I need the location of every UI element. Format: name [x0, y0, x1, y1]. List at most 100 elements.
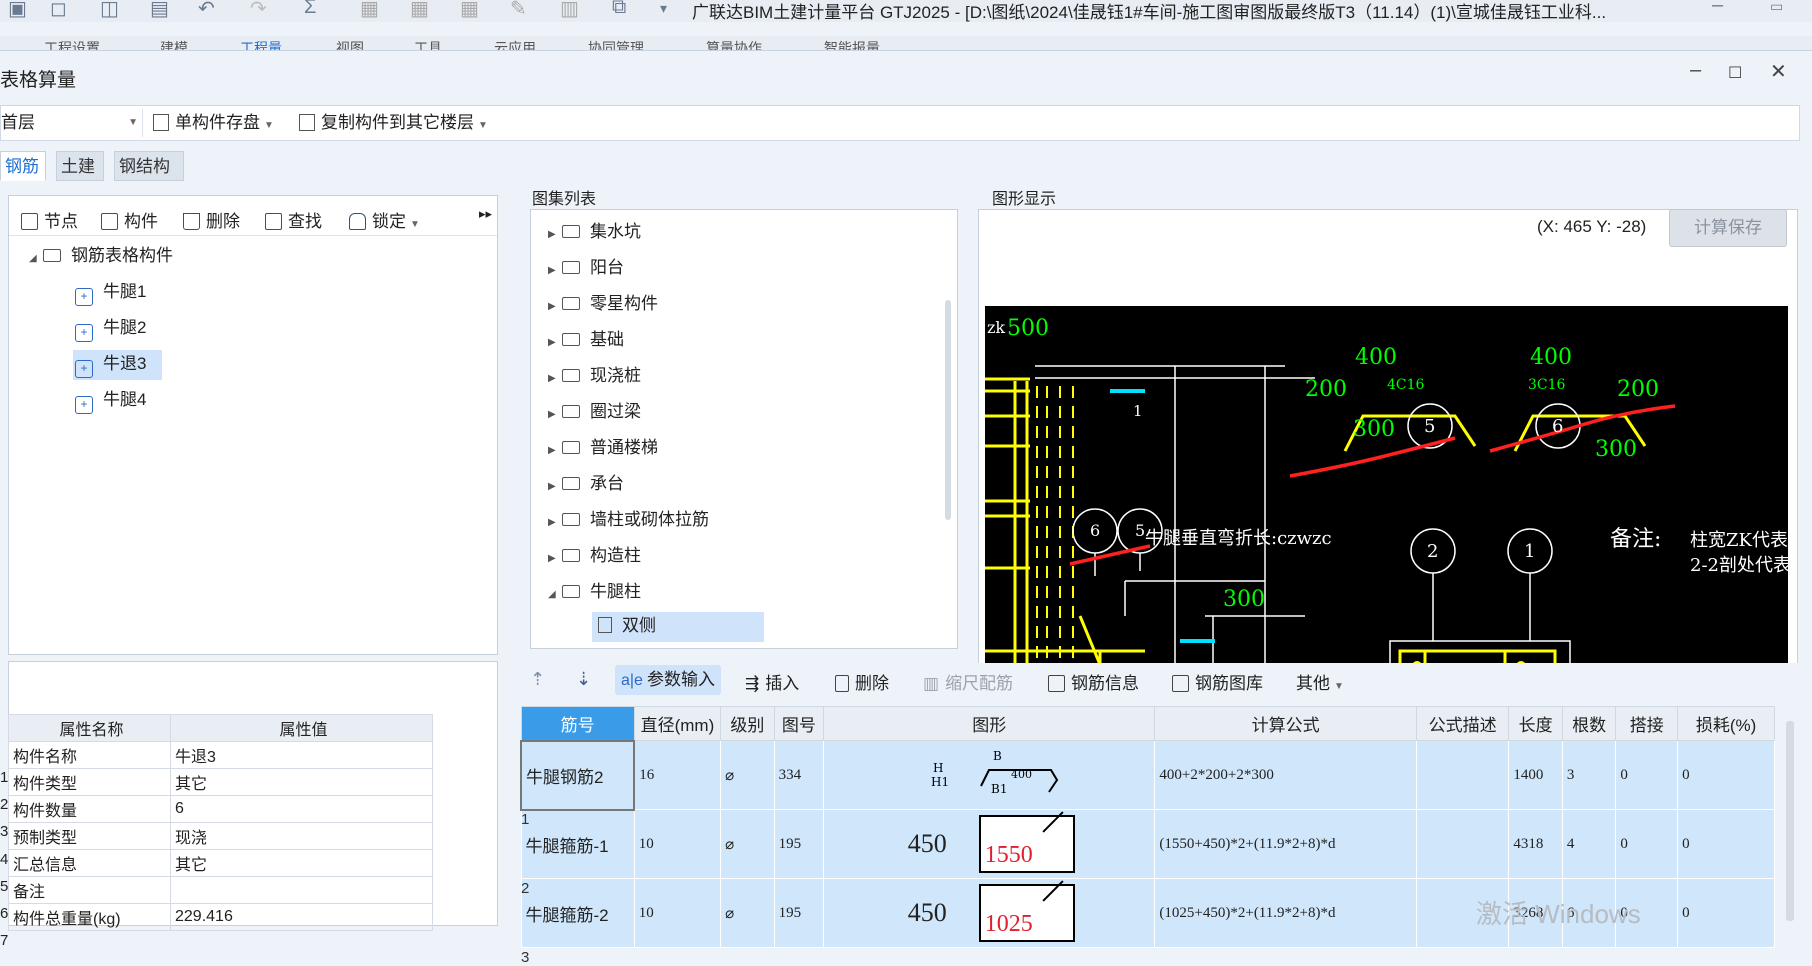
- move-up-icon[interactable]: ⇡: [530, 669, 545, 690]
- cell-loss[interactable]: 0: [1677, 740, 1775, 810]
- cell-count[interactable]: 4: [1561, 809, 1617, 879]
- atlas-item[interactable]: ▶ 现浇桩: [548, 362, 641, 390]
- param-input-button[interactable]: a|e 参数输入: [615, 665, 721, 695]
- toolbar-icon-e[interactable]: ▥: [560, 0, 579, 21]
- rebar-shape-cell[interactable]: 450 1025: [823, 878, 1156, 948]
- menu-item[interactable]: 协同管理: [588, 38, 644, 50]
- undo-icon[interactable]: ↶: [198, 0, 215, 21]
- table-scrollbar[interactable]: [1786, 721, 1794, 921]
- tree-root[interactable]: ◢ 钢筋表格构件: [29, 242, 173, 270]
- tab-civil[interactable]: 土建: [56, 151, 104, 181]
- atlas-item[interactable]: ▶ 圈过梁: [548, 398, 641, 426]
- save-icon[interactable]: ▤: [150, 0, 169, 21]
- column-header[interactable]: 长度: [1508, 706, 1563, 741]
- other-button[interactable]: 其他 ▼: [1296, 669, 1344, 694]
- column-header[interactable]: 直径(mm): [633, 706, 722, 741]
- atlas-item[interactable]: ▶ 零星构件: [548, 290, 658, 318]
- tree-item[interactable]: + 牛腿4: [73, 386, 152, 414]
- cell-dia[interactable]: 10: [633, 878, 722, 948]
- property-value[interactable]: 现浇: [170, 822, 433, 850]
- delete-row-button[interactable]: 删除: [835, 669, 889, 694]
- property-value[interactable]: 牛退3: [170, 741, 433, 769]
- tab-rebar[interactable]: 钢筋: [0, 151, 46, 181]
- column-header[interactable]: 根数: [1561, 706, 1617, 741]
- toolbar-icon-d[interactable]: ✎: [510, 0, 527, 21]
- rebar-library-button[interactable]: 钢筋图库: [1172, 669, 1263, 694]
- cad-drawing-canvas[interactable]: zk 1 6 5 5 6 2 1 牛腿垂直弯折长:czwzc 备注: 柱宽ZK代…: [985, 306, 1788, 701]
- sum-icon[interactable]: Σ: [304, 0, 316, 19]
- cell-fig[interactable]: 334: [773, 740, 825, 810]
- column-header[interactable]: 损耗(%): [1677, 706, 1775, 741]
- cell-name[interactable]: 牛腿箍筋-1: [520, 809, 635, 879]
- insert-button[interactable]: ⇶ 插入: [745, 669, 799, 694]
- customize-icon[interactable]: ▾: [660, 0, 667, 17]
- menu-item[interactable]: 工具: [414, 38, 442, 50]
- table-row[interactable]: 牛腿钢筋2 16 ⌀ 334 H H1 B B1 400 400+2*200+2*300 1400 3…: [519, 739, 1775, 811]
- cell-desc[interactable]: [1415, 809, 1510, 879]
- tree-item[interactable]: + 牛腿2: [73, 314, 152, 342]
- cell-len[interactable]: 1400: [1508, 740, 1563, 810]
- atlas-item[interactable]: ▶ 普通楼梯: [548, 434, 658, 462]
- cell-desc[interactable]: [1415, 740, 1510, 810]
- calc-save-button[interactable]: 计算保存: [1669, 209, 1787, 247]
- save-component-button[interactable]: 单构件存盘 ▼: [153, 109, 274, 137]
- move-down-icon[interactable]: ⇣: [576, 669, 591, 690]
- cell-lap[interactable]: 0: [1615, 809, 1679, 879]
- menu-item[interactable]: 建模: [160, 38, 188, 50]
- scrollbar[interactable]: [945, 300, 951, 520]
- cell-name[interactable]: 牛腿钢筋2: [519, 739, 636, 811]
- cell-dia[interactable]: 10: [633, 809, 722, 879]
- property-value[interactable]: [170, 876, 433, 904]
- menu-item[interactable]: 算量协作: [706, 38, 762, 50]
- atlas-item[interactable]: ▶ 阳台: [548, 254, 624, 282]
- atlas-item[interactable]: ◢ 牛腿柱: [548, 578, 641, 606]
- property-value[interactable]: 6: [170, 795, 433, 823]
- menu-item[interactable]: 智能报量: [824, 38, 880, 50]
- floor-select[interactable]: 首层 ▼: [1, 109, 143, 137]
- rebar-shape-cell[interactable]: 450 1550: [823, 809, 1156, 879]
- scale-rebar-button[interactable]: ▥ 缩尺配筋: [923, 669, 1013, 694]
- maximize-icon[interactable]: ☐: [1728, 63, 1742, 83]
- cell-lap[interactable]: 0: [1615, 740, 1679, 810]
- cell-formula[interactable]: 400+2*200+2*300: [1154, 740, 1417, 810]
- toolbar-icon-a[interactable]: ▦: [360, 0, 379, 21]
- column-header[interactable]: 筋号: [520, 706, 635, 741]
- property-row[interactable]: 构件类型 其它: [8, 768, 433, 796]
- property-value[interactable]: 其它: [170, 768, 433, 796]
- toolbar-icon-f[interactable]: ⧉: [612, 0, 626, 19]
- more-icon[interactable]: ▸▸: [479, 206, 492, 222]
- menu-item[interactable]: 视图: [336, 38, 364, 50]
- atlas-item[interactable]: ▶ 集水坑: [548, 218, 641, 246]
- menu-item[interactable]: 工程设置: [44, 38, 100, 50]
- cell-grade[interactable]: ⌀: [720, 878, 775, 948]
- cell-fig[interactable]: 195: [773, 809, 825, 879]
- column-header[interactable]: 公式描述: [1415, 706, 1510, 741]
- restore-app-icon[interactable]: ▭: [1770, 0, 1783, 15]
- cell-formula[interactable]: (1025+450)*2+(11.9*2+8)*d: [1154, 878, 1417, 948]
- cell-formula[interactable]: (1550+450)*2+(11.9*2+8)*d: [1154, 809, 1417, 879]
- cell-grade[interactable]: ⌀: [720, 740, 775, 810]
- property-row[interactable]: 构件总重量(kg) 229.416: [8, 903, 433, 931]
- cell-loss[interactable]: 0: [1677, 878, 1775, 948]
- open-file-icon[interactable]: ◫: [100, 0, 119, 21]
- property-row[interactable]: 构件数量 6: [8, 795, 433, 823]
- column-header[interactable]: 图形: [823, 706, 1156, 741]
- menu-item[interactable]: 工程量: [240, 38, 282, 50]
- rebar-info-button[interactable]: 钢筋信息: [1048, 669, 1139, 694]
- rebar-shape-cell[interactable]: H H1 B B1 400: [823, 740, 1156, 810]
- add-node-button[interactable]: 节点: [21, 207, 78, 232]
- cell-loss[interactable]: 0: [1677, 809, 1775, 879]
- column-header[interactable]: 计算公式: [1154, 706, 1417, 741]
- property-row[interactable]: 汇总信息 其它: [8, 849, 433, 877]
- cell-name[interactable]: 牛腿箍筋-2: [520, 878, 635, 948]
- tab-steel[interactable]: 钢结构: [114, 151, 184, 181]
- atlas-item[interactable]: ▶ 构造柱: [548, 542, 641, 570]
- table-row[interactable]: 牛腿箍筋-1 10 ⌀ 195 450 1550 (1550+450)*2+(11.9*2+…: [520, 809, 1775, 879]
- cell-count[interactable]: 3: [1561, 740, 1617, 810]
- minimize-app-icon[interactable]: –: [1712, 0, 1723, 17]
- tree-item[interactable]: + 牛腿1: [73, 278, 152, 306]
- toolbar-icon-c[interactable]: ▦: [460, 0, 479, 21]
- column-header[interactable]: 图号: [773, 706, 825, 741]
- atlas-item[interactable]: ▶ 承台: [548, 470, 624, 498]
- property-value[interactable]: 其它: [170, 849, 433, 877]
